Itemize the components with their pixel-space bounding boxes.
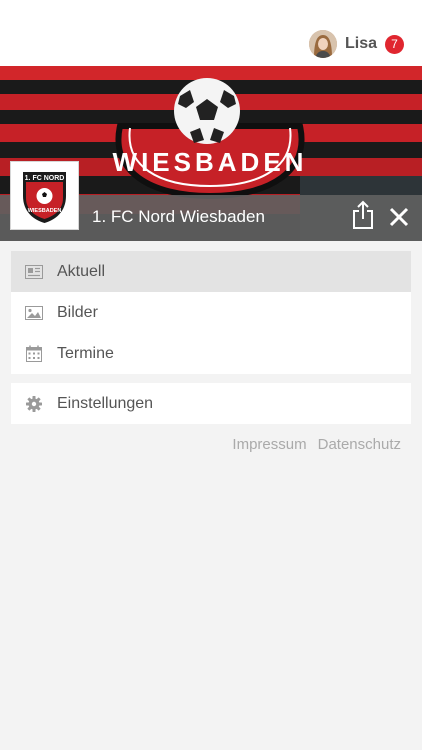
menu-label-aktuell: Aktuell [57, 262, 106, 280]
menu-label-termine: Termine [57, 344, 114, 362]
notification-badge[interactable]: 7 [385, 34, 404, 54]
share-icon [353, 200, 373, 229]
user-menu[interactable]: Lisa 7 [308, 30, 404, 58]
menu-item-termine[interactable]: Termine [11, 333, 411, 374]
settings-menu: Einstellungen [11, 383, 411, 424]
user-name[interactable]: Lisa [345, 35, 377, 53]
top-bar: Lisa 7 [0, 0, 422, 66]
main-menu: Aktuell Bilder Termine [11, 251, 411, 374]
close-icon [389, 207, 409, 227]
footer-links: Impressum Datenschutz [232, 436, 401, 453]
menu-item-aktuell[interactable]: Aktuell [11, 251, 411, 292]
menu-label-bilder: Bilder [57, 303, 98, 321]
share-button[interactable] [351, 200, 375, 230]
impressum-link[interactable]: Impressum [232, 436, 306, 453]
calendar-icon [24, 345, 44, 363]
menu-item-einstellungen[interactable]: Einstellungen [11, 383, 411, 424]
close-button[interactable] [387, 205, 411, 229]
datenschutz-link[interactable]: Datenschutz [318, 436, 401, 453]
club-logo: 1. FC NORD WIESBADEN [10, 161, 79, 230]
logo-text-bottom: WIESBADEN [28, 208, 62, 214]
logo-text-top: 1. FC NORD [25, 175, 65, 182]
menu-label-einstellungen: Einstellungen [57, 394, 154, 412]
menu-item-bilder[interactable]: Bilder [11, 292, 411, 333]
avatar[interactable] [308, 30, 337, 58]
gear-icon [24, 395, 44, 413]
newspaper-icon [24, 263, 44, 281]
banner-text: WIESBADEN [113, 147, 308, 177]
club-name: 1. FC Nord Wiesbaden [92, 207, 265, 226]
image-icon [24, 304, 44, 322]
